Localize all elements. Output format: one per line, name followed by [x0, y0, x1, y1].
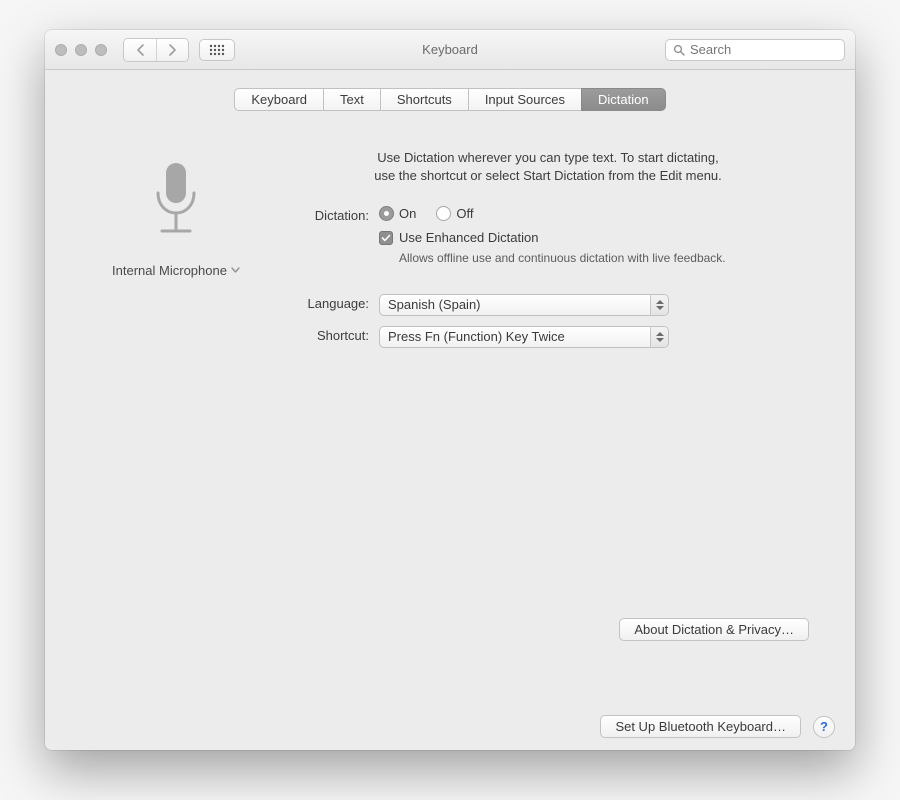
microphone-label: Internal Microphone: [112, 263, 227, 278]
tab-input-sources[interactable]: Input Sources: [468, 88, 581, 111]
enhanced-dictation-checkbox[interactable]: Use Enhanced Dictation: [379, 230, 538, 245]
chevron-right-icon: [168, 44, 177, 56]
back-button[interactable]: [124, 39, 156, 61]
nav-buttons: [123, 38, 189, 62]
checkmark-icon: [381, 233, 391, 243]
microphone-icon: [146, 159, 206, 249]
tab-dictation[interactable]: Dictation: [581, 88, 666, 111]
shortcut-value: Press Fn (Function) Key Twice: [380, 329, 650, 344]
dictation-on-radio[interactable]: On: [379, 206, 416, 221]
help-button[interactable]: ?: [813, 716, 835, 738]
tab-bar: Keyboard Text Shortcuts Input Sources Di…: [65, 88, 835, 111]
shortcut-select[interactable]: Press Fn (Function) Key Twice: [379, 326, 669, 348]
chevron-down-icon: [231, 267, 240, 274]
titlebar: Keyboard: [45, 30, 855, 70]
stepper-icon: [650, 295, 668, 315]
microphone-column: Internal Microphone: [91, 149, 261, 358]
intro-line1: Use Dictation wherever you can type text…: [377, 150, 719, 165]
language-label: Language:: [287, 294, 379, 311]
window-controls: [55, 44, 107, 56]
chevron-left-icon: [136, 44, 145, 56]
search-icon: [673, 44, 685, 56]
dictation-off-radio[interactable]: Off: [436, 206, 473, 221]
search-input[interactable]: [690, 42, 837, 57]
dictation-label: Dictation:: [287, 206, 379, 223]
bottom-bar: Set Up Bluetooth Keyboard… ?: [600, 715, 835, 738]
show-all-prefs-button[interactable]: [199, 39, 235, 61]
close-window-button[interactable]: [55, 44, 67, 56]
tab-shortcuts[interactable]: Shortcuts: [380, 88, 468, 111]
radio-indicator-on: [379, 206, 394, 221]
tab-keyboard[interactable]: Keyboard: [234, 88, 323, 111]
language-value: Spanish (Spain): [380, 297, 650, 312]
dictation-panel: Internal Microphone Use Dictation wherev…: [65, 127, 835, 657]
enhanced-dictation-desc: Allows offline use and continuous dictat…: [399, 250, 739, 266]
shortcut-label: Shortcut:: [287, 326, 379, 343]
radio-indicator-off: [436, 206, 451, 221]
radio-off-label: Off: [456, 206, 473, 221]
settings-column: Use Dictation wherever you can type text…: [287, 149, 809, 358]
keyboard-prefs-window: Keyboard Keyboard Text Shortcuts Input S…: [45, 30, 855, 750]
zoom-window-button[interactable]: [95, 44, 107, 56]
grid-icon: [209, 44, 225, 56]
radio-on-label: On: [399, 206, 416, 221]
tab-text[interactable]: Text: [323, 88, 380, 111]
intro-line2: use the shortcut or select Start Dictati…: [374, 168, 722, 183]
language-select[interactable]: Spanish (Spain): [379, 294, 669, 316]
content-area: Keyboard Text Shortcuts Input Sources Di…: [45, 70, 855, 750]
dictation-intro: Use Dictation wherever you can type text…: [308, 149, 788, 184]
forward-button[interactable]: [156, 39, 188, 61]
dictation-radio-group: On Off: [379, 206, 809, 221]
stepper-icon: [650, 327, 668, 347]
minimize-window-button[interactable]: [75, 44, 87, 56]
checkbox-indicator: [379, 231, 393, 245]
enhanced-dictation-label: Use Enhanced Dictation: [399, 230, 538, 245]
setup-bluetooth-keyboard-button[interactable]: Set Up Bluetooth Keyboard…: [600, 715, 801, 738]
about-dictation-privacy-button[interactable]: About Dictation & Privacy…: [619, 618, 809, 641]
microphone-select[interactable]: Internal Microphone: [112, 263, 240, 278]
search-field[interactable]: [665, 39, 845, 61]
